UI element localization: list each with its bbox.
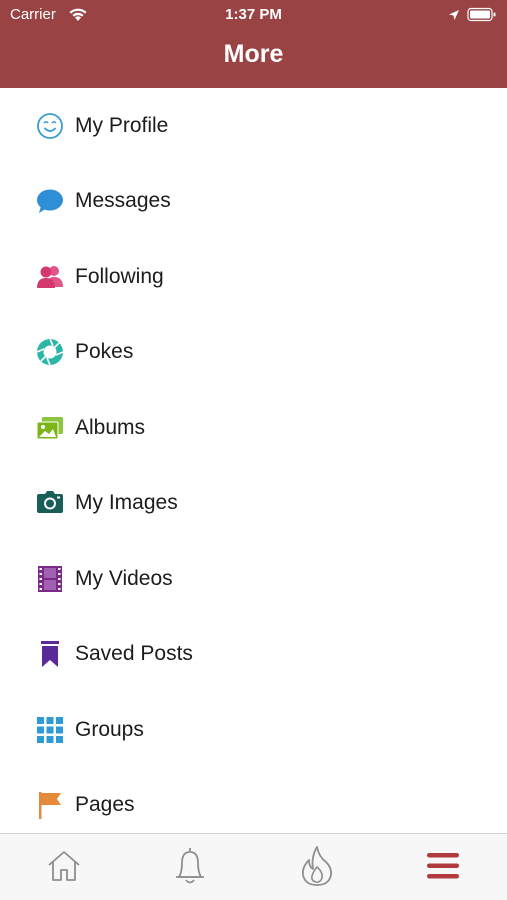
menu-item-albums[interactable]: Albums bbox=[0, 390, 507, 466]
menu-item-my-images[interactable]: My Images bbox=[0, 466, 507, 542]
flame-icon bbox=[299, 845, 335, 892]
location-arrow-icon bbox=[448, 8, 460, 20]
menu-item-label: My Profile bbox=[75, 113, 169, 137]
camera-icon bbox=[35, 488, 65, 518]
battery-icon bbox=[467, 7, 497, 22]
bottom-tab-bar bbox=[0, 833, 507, 900]
menu-item-label: Albums bbox=[75, 415, 146, 439]
menu-item-pages[interactable]: Pages bbox=[0, 768, 507, 844]
tab-home[interactable] bbox=[44, 848, 84, 888]
home-icon bbox=[46, 849, 82, 888]
status-bar: Carrier 1:37 PM bbox=[0, 0, 507, 30]
menu-item-saved-posts[interactable]: Saved Posts bbox=[0, 617, 507, 693]
more-menu-list: My Profile Messages Following Pokes Albu… bbox=[0, 88, 507, 843]
menu-item-my-profile[interactable]: My Profile bbox=[0, 88, 507, 164]
menu-item-pokes[interactable]: Pokes bbox=[0, 315, 507, 391]
bell-icon bbox=[173, 846, 207, 891]
menu-item-label: Pages bbox=[75, 793, 135, 817]
hamburger-menu-icon bbox=[426, 851, 460, 886]
tab-notifications[interactable] bbox=[170, 846, 210, 891]
menu-item-label: My Images bbox=[75, 491, 178, 515]
grid-icon bbox=[35, 715, 65, 745]
menu-item-following[interactable]: Following bbox=[0, 239, 507, 315]
film-strip-icon bbox=[35, 564, 65, 594]
flag-icon bbox=[35, 790, 65, 820]
tab-trending[interactable] bbox=[297, 845, 337, 888]
speech-bubble-icon bbox=[35, 186, 65, 216]
menu-item-label: Groups bbox=[75, 717, 144, 741]
bookmark-icon bbox=[35, 639, 65, 669]
status-time: 1:37 PM bbox=[225, 6, 282, 23]
tab-more[interactable] bbox=[423, 848, 463, 888]
aperture-icon bbox=[35, 337, 65, 367]
smiley-face-icon bbox=[35, 111, 65, 141]
menu-item-groups[interactable]: Groups bbox=[0, 692, 507, 768]
menu-item-label: Pokes bbox=[75, 340, 134, 364]
menu-item-label: Messages bbox=[75, 189, 171, 213]
menu-item-messages[interactable]: Messages bbox=[0, 164, 507, 240]
menu-item-label: Following bbox=[75, 264, 164, 288]
menu-item-label: Saved Posts bbox=[75, 642, 193, 666]
header-bar: Carrier 1:37 PM More bbox=[0, 0, 507, 88]
page-title: More bbox=[223, 40, 284, 68]
menu-item-label: My Videos bbox=[75, 566, 173, 590]
people-icon bbox=[35, 262, 65, 292]
photos-icon bbox=[35, 413, 65, 443]
menu-item-my-videos[interactable]: My Videos bbox=[0, 541, 507, 617]
